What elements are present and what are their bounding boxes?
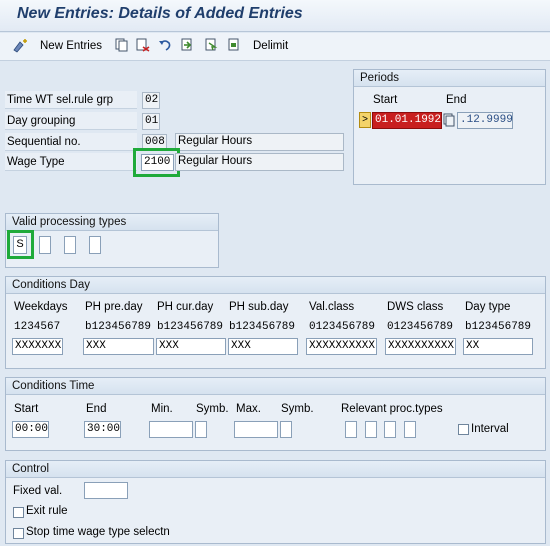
sequential-no-text: Regular Hours (175, 133, 344, 151)
time-end-label: End (86, 403, 107, 415)
time-end-field[interactable]: 30:00 (84, 421, 121, 438)
time-start-field[interactable]: 00:00 (12, 421, 49, 438)
stop-time-wage-type-checkbox[interactable] (13, 528, 24, 539)
ph-cur-day-label: PH cur.day (157, 301, 214, 313)
valid-processing-title: Valid processing types (6, 214, 218, 231)
dws-class-field[interactable]: XXXXXXXXXX (385, 338, 456, 355)
copy-icon[interactable] (115, 38, 129, 52)
undo-icon[interactable] (158, 38, 172, 52)
processing-type-field-1[interactable]: S (13, 236, 27, 254)
max-label: Max. (236, 403, 261, 415)
min-field[interactable] (149, 421, 193, 438)
period-start-field[interactable]: 01.01.1992 (372, 112, 442, 129)
relevant-proc-types-label: Relevant proc.types (341, 403, 443, 415)
ph-pre-day-label: PH pre.day (85, 301, 143, 313)
processing-type-field-4[interactable] (89, 236, 101, 254)
stop-time-wage-type-label: Stop time wage type selectn (26, 526, 170, 538)
weekdays-digits: 1234567 (14, 321, 61, 333)
control-title: Control (6, 461, 545, 478)
day-grouping-label: Day grouping (5, 112, 137, 130)
processing-type-field-3[interactable] (64, 236, 76, 254)
interval-checkbox[interactable] (458, 424, 469, 435)
deselect-all-icon[interactable] (227, 38, 241, 52)
new-entries-button[interactable]: New Entries (40, 40, 102, 52)
fixed-val-label: Fixed val. (13, 485, 63, 497)
wage-type-label: Wage Type (5, 153, 137, 171)
time-wt-label: Time WT sel.rule grp (5, 91, 137, 109)
wage-type-text: Regular Hours (175, 153, 344, 171)
ph-sub-day-digits: b123456789 (229, 321, 296, 333)
val-class-label: Val.class (309, 301, 355, 313)
ph-cur-day-digits: b123456789 (157, 321, 224, 333)
symb-label: Symb. (196, 403, 229, 415)
valid-processing-panel: Valid processing types (5, 213, 219, 268)
period-end-field[interactable]: .12.9999 (457, 112, 513, 129)
min-label: Min. (151, 403, 173, 415)
symb2-field[interactable] (280, 421, 292, 438)
day-grouping-field[interactable]: 01 (142, 113, 160, 130)
dws-class-digits: 0123456789 (387, 321, 454, 333)
weekdays-label: Weekdays (14, 301, 68, 313)
time-start-label: Start (14, 403, 39, 415)
day-type-label: Day type (465, 301, 511, 313)
sequential-no-label: Sequential no. (5, 133, 137, 151)
day-type-digits: b123456789 (465, 321, 532, 333)
conditions-time-title: Conditions Time (6, 378, 545, 395)
proc-type-field-2[interactable] (365, 421, 377, 438)
periods-title: Periods (354, 70, 545, 87)
interval-label: Interval (471, 423, 509, 435)
exit-rule-checkbox[interactable] (13, 507, 24, 518)
proc-type-field-1[interactable] (345, 421, 357, 438)
select-block-icon[interactable] (204, 38, 218, 52)
copy-date-icon[interactable] (443, 113, 456, 127)
ph-cur-day-field[interactable]: XXX (156, 338, 226, 355)
wage-type-field[interactable]: 2100 (141, 154, 174, 171)
val-class-digits: 0123456789 (309, 321, 376, 333)
page-title: New Entries: Details of Added Entries (17, 5, 303, 22)
delete-icon[interactable] (136, 38, 150, 52)
processing-type-field-2[interactable] (39, 236, 51, 254)
val-class-field[interactable]: XXXXXXXXXX (306, 338, 377, 355)
period-start-label: Start (373, 94, 398, 106)
exit-rule-label: Exit rule (26, 505, 68, 517)
proc-type-field-4[interactable] (404, 421, 416, 438)
conditions-day-title: Conditions Day (6, 277, 545, 294)
symb2-label: Symb. (281, 403, 314, 415)
weekdays-field[interactable]: XXXXXXX (12, 338, 63, 355)
period-end-label: End (446, 94, 467, 106)
select-all-icon[interactable] (180, 38, 194, 52)
ph-pre-day-field[interactable]: XXX (83, 338, 154, 355)
ph-pre-day-digits: b123456789 (85, 321, 152, 333)
time-wt-field[interactable]: 02 (142, 92, 160, 109)
fixed-val-field[interactable] (84, 482, 128, 499)
dws-class-label: DWS class (387, 301, 444, 313)
max-field[interactable] (234, 421, 278, 438)
proc-type-field-3[interactable] (384, 421, 396, 438)
delimit-button[interactable]: Delimit (253, 40, 288, 52)
period-marker: > (359, 112, 371, 128)
ph-sub-day-label: PH sub.day (229, 301, 289, 313)
ph-sub-day-field[interactable]: XXX (228, 338, 298, 355)
day-type-field[interactable]: XX (463, 338, 533, 355)
display-change-icon[interactable] (12, 38, 30, 54)
symb-field[interactable] (195, 421, 207, 438)
